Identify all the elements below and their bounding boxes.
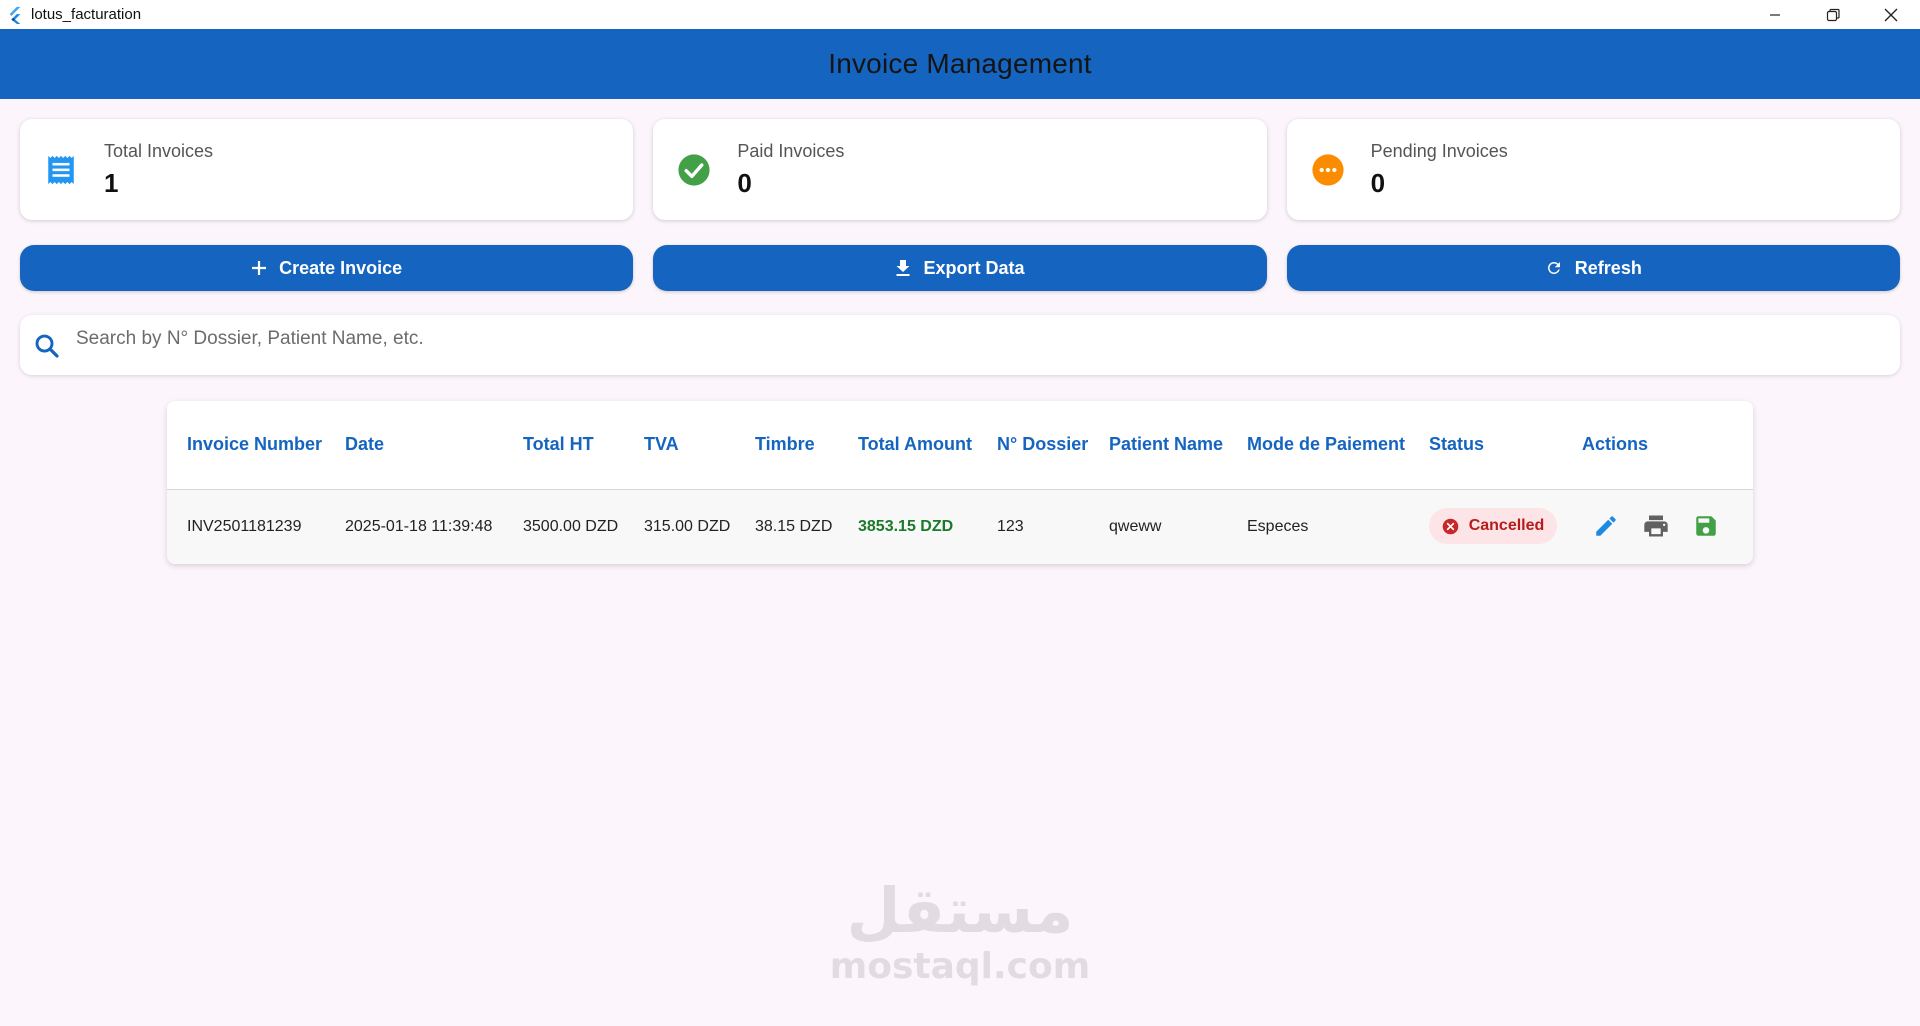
receipt-icon — [42, 151, 80, 189]
pending-icon — [1309, 151, 1347, 189]
minimize-icon — [1770, 13, 1780, 16]
restore-button[interactable] — [1804, 0, 1862, 29]
stat-value: 0 — [1370, 167, 1386, 198]
column-header-date[interactable]: Date — [345, 434, 384, 455]
export-data-label: Export Data — [923, 257, 1025, 278]
printer-icon — [1644, 515, 1668, 537]
cell-invoice-number: INV2501181239 — [187, 518, 302, 535]
check-circle-icon — [675, 151, 713, 189]
flutter-logo-icon — [9, 6, 21, 24]
minimize-button[interactable] — [1746, 0, 1804, 29]
cancel-circle-icon — [1442, 518, 1459, 535]
stat-label: Paid Invoices — [737, 140, 845, 161]
floppy-disk-icon — [1696, 516, 1716, 536]
stat-value: 1 — [104, 167, 119, 198]
cell-mode-paiement: Especes — [1247, 518, 1309, 535]
search-icon — [35, 334, 59, 358]
cell-total-amount: 3853.15 DZD — [858, 518, 954, 535]
print-button[interactable] — [1642, 512, 1670, 540]
column-header-mode-paiement[interactable]: Mode de Paiement — [1247, 434, 1405, 455]
window-title: lotus_facturation — [31, 6, 142, 23]
refresh-button[interactable]: Refresh — [1286, 245, 1900, 291]
column-header-timbre[interactable]: Timbre — [755, 434, 815, 455]
app-bar: Invoice Management — [0, 29, 1920, 99]
table-row[interactable]: INV2501181239 2025-01-18 11:39:48 3500.0… — [167, 490, 1753, 564]
column-header-actions: Actions — [1582, 434, 1649, 454]
save-button[interactable] — [1692, 512, 1720, 540]
cell-date: 2025-01-18 11:39:48 — [345, 518, 493, 535]
table-header: Invoice Number Date Total HT TVA Timbre … — [167, 401, 1753, 490]
refresh-label: Refresh — [1574, 257, 1642, 278]
status-badge: Cancelled — [1429, 508, 1557, 544]
close-icon — [1884, 8, 1898, 21]
stat-label: Total Invoices — [104, 140, 214, 161]
cell-patient-name: qweww — [1109, 518, 1162, 535]
cell-total-ht: 3500.00 DZD — [523, 518, 619, 535]
column-header-invoice-number[interactable]: Invoice Number — [187, 434, 322, 455]
stat-card-pending: Pending Invoices 0 — [1286, 119, 1900, 220]
column-header-tva[interactable]: TVA — [644, 434, 679, 455]
window-titlebar: lotus_facturation — [0, 0, 1920, 29]
cell-tva: 315.00 DZD — [644, 518, 731, 535]
column-header-total-amount[interactable]: Total Amount — [858, 434, 972, 455]
restore-icon — [1826, 8, 1840, 21]
edit-button[interactable] — [1592, 512, 1620, 540]
stat-card-paid: Paid Invoices 0 — [653, 119, 1267, 220]
window-controls — [1746, 0, 1920, 29]
search-bar — [20, 315, 1900, 375]
close-button[interactable] — [1862, 0, 1920, 29]
invoices-table: Invoice Number Date Total HT TVA Timbre … — [167, 401, 1753, 564]
watermark-arabic: مستقل — [846, 874, 1074, 947]
watermark-latin: mostaql.com — [829, 946, 1091, 987]
stat-label: Pending Invoices — [1370, 140, 1508, 161]
search-input[interactable] — [76, 321, 1900, 357]
column-header-total-ht[interactable]: Total HT — [523, 434, 594, 455]
cell-timbre: 38.15 DZD — [755, 518, 833, 535]
cell-dossier: 123 — [997, 518, 1024, 535]
status-label: Cancelled — [1468, 517, 1545, 534]
pencil-icon — [1596, 516, 1616, 536]
stat-card-total: Total Invoices 1 — [20, 119, 634, 220]
column-header-dossier[interactable]: N° Dossier — [997, 434, 1088, 455]
plus-icon — [251, 260, 267, 276]
stats-row: Total Invoices 1 Paid Invoices 0 Pending… — [20, 119, 1900, 220]
action-buttons-row: Create Invoice Export Data Refresh — [20, 245, 1900, 291]
column-header-patient-name[interactable]: Patient Name — [1109, 434, 1223, 455]
export-data-button[interactable]: Export Data — [653, 245, 1267, 291]
refresh-icon — [1545, 259, 1563, 277]
column-header-status[interactable]: Status — [1429, 434, 1484, 455]
create-invoice-label: Create Invoice — [279, 257, 403, 278]
create-invoice-button[interactable]: Create Invoice — [20, 245, 634, 291]
page-title: Invoice Management — [828, 48, 1092, 79]
stat-value: 0 — [737, 167, 752, 198]
download-icon — [895, 259, 911, 277]
watermark: مستقل mostaql.com — [0, 874, 1920, 988]
